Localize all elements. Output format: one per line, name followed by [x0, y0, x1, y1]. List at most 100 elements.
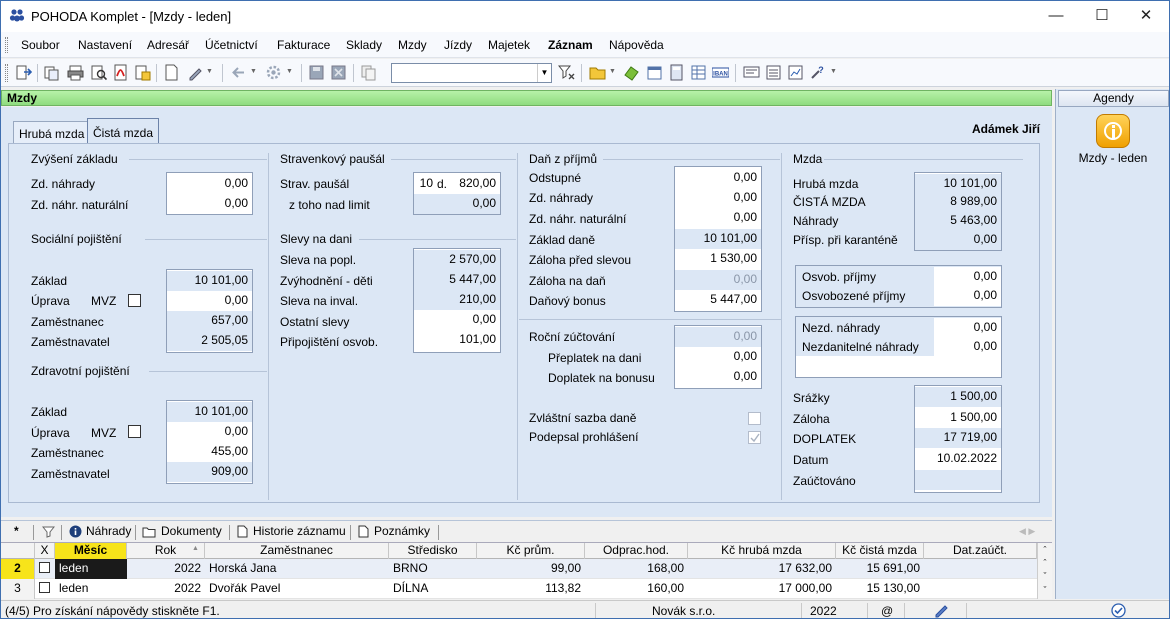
scroll-page-down-icon[interactable]: ˇ [1038, 570, 1052, 583]
zaloha-input[interactable]: 1 500,00 [915, 408, 1001, 428]
duplicate-icon[interactable] [360, 64, 377, 81]
odstupne-input[interactable]: 0,00 [675, 168, 761, 188]
tab-dokumenty[interactable]: Dokumenty [161, 524, 222, 538]
save-icon[interactable] [308, 64, 325, 81]
menu-nastaveni[interactable]: Nastavení [78, 38, 132, 52]
datum-input[interactable]: 10.02.2022 [915, 449, 1001, 469]
tabs-scroll-icon[interactable]: ◀ ▶ [1019, 526, 1035, 537]
col-stredisko[interactable]: Středisko [389, 543, 477, 559]
menu-napoveda[interactable]: Nápověda [609, 38, 664, 52]
menu-adresar[interactable]: Adresář [147, 38, 189, 52]
close-button[interactable]: ✕ [1123, 1, 1169, 32]
agendy-item-label[interactable]: Mzdy - leden [1056, 151, 1169, 165]
calendar-icon[interactable] [646, 64, 663, 81]
podepsal-checkbox[interactable] [748, 431, 761, 444]
report-icon[interactable] [787, 64, 804, 81]
menu-mzdy[interactable]: Mzdy [398, 38, 427, 52]
tab-cista-mzda[interactable]: Čistá mzda [87, 118, 160, 144]
print-preview-icon[interactable] [90, 64, 107, 81]
tab-hruba-mzda[interactable]: Hrubá mzda [13, 121, 91, 143]
maximize-button[interactable]: ☐ [1079, 1, 1125, 32]
danovy-bonus-input[interactable]: 5 447,00 [675, 290, 761, 310]
zvlastni-sazba-checkbox[interactable] [748, 412, 761, 425]
folder-dropdown-icon[interactable]: ▼ [609, 68, 616, 75]
gear-dropdown-icon[interactable]: ▼ [286, 68, 293, 75]
zd-nahr-naturalni-input[interactable]: 0,00 [167, 194, 252, 214]
chevron-down-icon[interactable]: ▼ [537, 64, 551, 82]
col-mesic[interactable]: Měsíc [55, 543, 127, 559]
col-zamestnanec[interactable]: Zaměstnanec [205, 543, 389, 559]
col-kc-hruba[interactable]: Kč hrubá mzda [688, 543, 836, 559]
copy-doc-icon[interactable] [43, 64, 60, 81]
zdr-uprava-input[interactable]: 0,00 [167, 422, 252, 442]
tab-poznamky[interactable]: Poznámky [374, 524, 430, 538]
iban-icon[interactable]: IBAN [712, 64, 729, 81]
new-record-icon[interactable] [163, 64, 180, 81]
zd-nahrady-input[interactable]: 0,00 [167, 174, 252, 194]
col-kc-prum[interactable]: Kč prům. [477, 543, 585, 559]
pripojisteni-input[interactable]: 101,00 [414, 330, 500, 350]
scroll-down-icon[interactable]: ˇ [1038, 583, 1052, 597]
edit-dropdown-icon[interactable]: ▼ [206, 68, 213, 75]
row-checkbox[interactable] [39, 582, 50, 593]
menu-jizdy[interactable]: Jízdy [444, 38, 472, 52]
cancel-save-icon[interactable] [330, 64, 347, 81]
minimize-button[interactable]: — [1033, 1, 1079, 32]
menu-fakturace[interactable]: Fakturace [277, 38, 330, 52]
strav-days-input[interactable]: 10 [414, 174, 435, 194]
nezdanitelne-nahrady-input[interactable]: 0,00 [934, 337, 1001, 357]
table-icon[interactable] [690, 64, 707, 81]
help-tool-icon[interactable]: ? [809, 64, 826, 81]
filter-clear-icon[interactable] [558, 64, 575, 81]
list-icon[interactable] [765, 64, 782, 81]
message-icon[interactable] [743, 64, 760, 81]
tab-star-icon[interactable]: * [14, 524, 19, 538]
doplatek-bonus-input[interactable]: 0,00 [675, 367, 761, 387]
filter-icon[interactable] [42, 525, 55, 538]
soc-uprava-input[interactable]: 0,00 [167, 291, 252, 311]
col-odprac-hod[interactable]: Odprac.hod. [585, 543, 688, 559]
soc-mvz-checkbox[interactable] [128, 294, 141, 307]
zdr-zamestnanec-input[interactable]: 455,00 [167, 442, 252, 462]
nezd-nahrady-input[interactable]: 0,00 [934, 318, 1001, 338]
gear-icon[interactable] [265, 64, 282, 81]
preplatek-input[interactable]: 0,00 [675, 347, 761, 367]
help-dropdown-icon[interactable]: ▼ [830, 68, 837, 75]
quick-search-combo[interactable]: ▼ [391, 63, 552, 83]
info-icon[interactable] [1096, 114, 1130, 148]
col-x[interactable]: X [35, 543, 55, 559]
ostatni-slevy-input[interactable]: 0,00 [414, 310, 500, 330]
back-dropdown-icon[interactable]: ▼ [250, 68, 257, 75]
table-row[interactable]: 3 leden 2022 Dvořák Pavel DÍLNA 113,82 1… [1, 579, 1037, 599]
pen-check-icon[interactable] [934, 603, 950, 618]
menu-ucetnictvi[interactable]: Účetnictví [205, 38, 258, 52]
table-row[interactable]: 2 leden 2022 Horská Jana BRNO 99,00 168,… [1, 559, 1037, 579]
menu-majetek[interactable]: Majetek [488, 38, 530, 52]
zdr-mvz-checkbox[interactable] [128, 425, 141, 438]
strav-pausal-input[interactable]: 820,00 [453, 174, 500, 194]
scroll-up-icon[interactable]: ˆ [1038, 543, 1052, 557]
row-checkbox[interactable] [39, 562, 50, 573]
print-icon[interactable] [67, 64, 84, 81]
payment-icon[interactable] [623, 64, 640, 81]
edit-icon[interactable] [187, 64, 204, 81]
dan-zd-nahrady-input[interactable]: 0,00 [675, 188, 761, 208]
menu-soubor[interactable]: Soubor [21, 38, 60, 52]
calculator-icon[interactable] [668, 64, 685, 81]
scroll-page-up-icon[interactable]: ˆ [1038, 557, 1052, 570]
back-arrow-icon[interactable] [230, 64, 247, 81]
dan-zd-naturalni-input[interactable]: 0,00 [675, 208, 761, 228]
folder-icon[interactable] [589, 64, 606, 81]
menu-zaznam[interactable]: Záznam [548, 38, 593, 52]
exit-icon[interactable] [15, 64, 32, 81]
osvobozene-prijmy-input[interactable]: 0,00 [934, 286, 1001, 306]
tab-nahrady[interactable]: Náhrady [86, 524, 131, 538]
col-dat-zauct[interactable]: Dat.zaúčt. [924, 543, 1037, 559]
osvob-prijmy-input[interactable]: 0,00 [934, 267, 1001, 287]
col-kc-cista[interactable]: Kč čistá mzda [836, 543, 924, 559]
pdf-icon[interactable] [112, 64, 129, 81]
tab-historie[interactable]: Historie záznamu [253, 524, 346, 538]
zaloha-pred-slevou-input[interactable]: 1 530,00 [675, 249, 761, 269]
ok-status-icon[interactable] [1111, 603, 1126, 618]
export-icon[interactable] [134, 64, 151, 81]
